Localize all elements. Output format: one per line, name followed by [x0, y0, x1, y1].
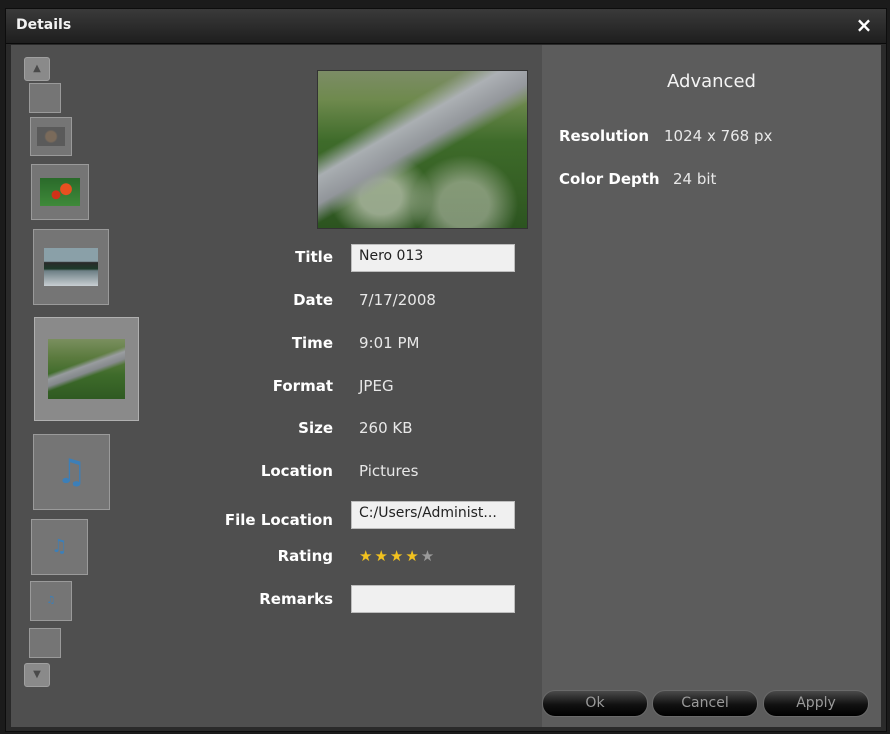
music-note-icon: ♫	[56, 452, 87, 492]
thumbnail-image	[39, 177, 81, 207]
thumbnail-image	[36, 126, 66, 147]
rating-stars[interactable]: ★★★★★	[359, 547, 436, 565]
thumbnail-lake-photo[interactable]	[33, 229, 109, 305]
thumbnail-audio-large[interactable]: ♫	[33, 434, 110, 510]
thumbnail-audio-small[interactable]: ♫	[30, 581, 72, 621]
time-label: Time	[291, 334, 333, 352]
close-icon[interactable]: ×	[852, 13, 876, 37]
thumbnail-image	[44, 247, 98, 287]
format-label: Format	[272, 377, 333, 395]
advanced-heading: Advanced	[667, 71, 756, 92]
scroll-down-button[interactable]: ▼	[24, 663, 50, 687]
remarks-field[interactable]	[351, 585, 515, 613]
size-label: Size	[298, 419, 333, 437]
apply-button[interactable]: Apply	[763, 690, 869, 717]
music-note-icon: ♫	[51, 536, 68, 557]
photo-preview	[317, 70, 528, 229]
dialog-title: Details	[16, 17, 72, 33]
size-value: 260 KB	[359, 419, 413, 437]
title-bar: Details ×	[6, 9, 886, 44]
format-value: JPEG	[359, 377, 394, 395]
date-value: 7/17/2008	[359, 291, 436, 309]
date-label: Date	[293, 291, 333, 309]
time-value: 9:01 PM	[359, 334, 420, 352]
thumbnail-blank[interactable]	[29, 628, 61, 658]
file-location-label: File Location	[224, 511, 333, 529]
thumbnail-blank[interactable]	[29, 83, 61, 113]
details-dialog: Details × ▲ ♫ ♫ ♫ ▼ Title Nero 013 Date …	[5, 8, 887, 732]
file-location-field[interactable]: C:/Users/Administ...	[351, 501, 515, 529]
ok-button[interactable]: Ok	[542, 690, 648, 717]
remarks-label: Remarks	[259, 590, 333, 608]
thumbnail-small-photo[interactable]	[30, 117, 72, 156]
location-value: Pictures	[359, 462, 419, 480]
cancel-button[interactable]: Cancel	[652, 690, 758, 717]
color-depth-label: Color Depth	[559, 170, 660, 188]
thumbnail-stream-photo-selected[interactable]	[34, 317, 139, 421]
resolution-value: 1024 x 768 px	[664, 127, 773, 145]
music-note-icon: ♫	[46, 595, 56, 606]
resolution-label: Resolution	[559, 127, 650, 145]
details-panel: ▲ ♫ ♫ ♫ ▼ Title Nero 013 Date 7/17/2008 …	[11, 45, 542, 727]
thumbnail-flower-photo[interactable]	[31, 164, 89, 220]
color-depth-value: 24 bit	[673, 170, 717, 188]
rating-label: Rating	[277, 547, 333, 565]
title-label: Title	[295, 248, 333, 266]
thumbnail-image	[48, 339, 125, 399]
scroll-up-button[interactable]: ▲	[24, 57, 50, 81]
advanced-panel: Advanced Resolution 1024 x 768 px Color …	[542, 45, 881, 727]
location-label: Location	[260, 462, 333, 480]
star-icon-empty[interactable]: ★	[421, 547, 436, 565]
thumbnail-audio-medium[interactable]: ♫	[31, 519, 88, 575]
title-field[interactable]: Nero 013	[351, 244, 515, 272]
star-icon-filled[interactable]: ★★★★	[359, 547, 421, 565]
